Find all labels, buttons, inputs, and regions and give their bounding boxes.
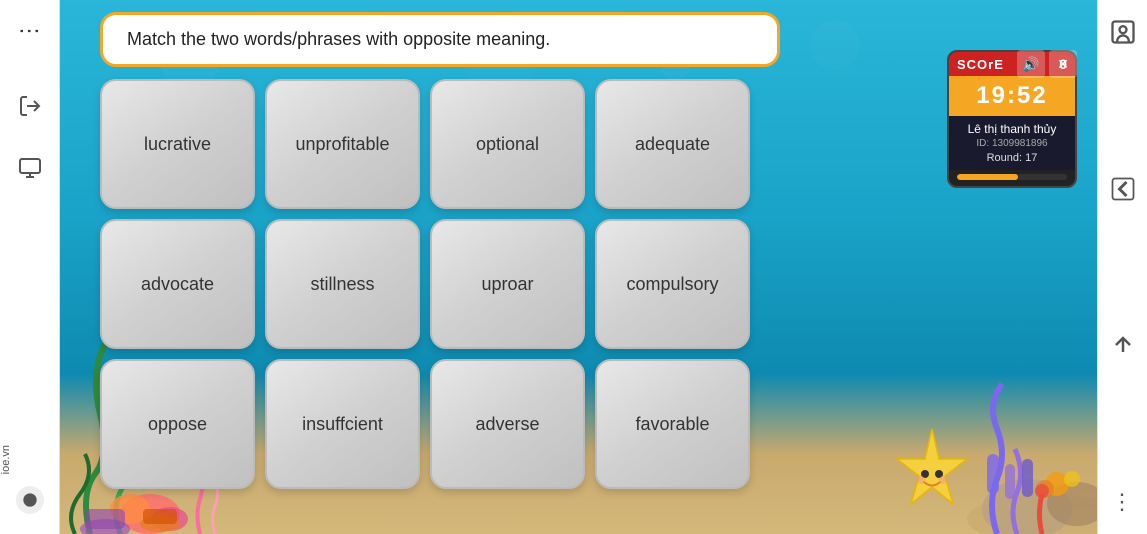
screen-icon[interactable] <box>12 150 48 186</box>
progress-bar <box>957 174 1067 180</box>
close-panel-button[interactable]: ✕ <box>1049 50 1077 78</box>
menu-dots-icon[interactable]: ⋮ <box>12 14 48 50</box>
round-label: Round: <box>987 152 1022 164</box>
word-card-insuffcient[interactable]: insuffcient <box>265 359 420 489</box>
word-card-lucrative[interactable]: lucrative <box>100 79 255 209</box>
left-sidebar: ⋮ ioe.vn <box>0 0 60 534</box>
instruction-text: Match the two words/phrases with opposit… <box>127 29 550 49</box>
more-vertical-icon[interactable]: ⋮ <box>1105 484 1141 520</box>
brand-label: ioe.vn <box>0 445 60 474</box>
round-info: Round: 17 <box>957 152 1067 164</box>
instruction-box: Match the two words/phrases with opposit… <box>100 12 780 67</box>
right-sidebar: ⋮ <box>1097 0 1147 534</box>
player-name: Lê thị thanh thủy <box>957 122 1067 136</box>
word-card-optional[interactable]: optional <box>430 79 585 209</box>
player-id: ID: 1309981896 <box>957 138 1067 149</box>
content-area: Match the two words/phrases with opposit… <box>60 0 1097 534</box>
progress-fill <box>957 174 1018 180</box>
sound-button[interactable]: 🔊 <box>1017 50 1045 78</box>
word-card-unprofitable[interactable]: unprofitable <box>265 79 420 209</box>
word-card-stillness[interactable]: stillness <box>265 219 420 349</box>
player-info-section: Lê thị thanh thủy ID: 1309981896 Round: … <box>949 116 1075 170</box>
settings-circle-icon[interactable] <box>16 486 44 514</box>
logout-icon[interactable] <box>12 88 48 124</box>
word-card-uproar[interactable]: uproar <box>430 219 585 349</box>
word-card-adequate[interactable]: adequate <box>595 79 750 209</box>
main-content: Match the two words/phrases with opposit… <box>60 0 1097 534</box>
back-arrow-icon[interactable] <box>1105 171 1141 207</box>
up-arrow-icon[interactable] <box>1105 327 1141 363</box>
word-card-favorable[interactable]: favorable <box>595 359 750 489</box>
round-value: 17 <box>1025 152 1037 164</box>
timer-display: 19:52 <box>949 76 1075 116</box>
word-cards-grid: lucrativeunprofitableoptionaladequate adv… <box>100 79 1077 489</box>
profile-icon[interactable] <box>1105 14 1141 50</box>
word-card-adverse[interactable]: adverse <box>430 359 585 489</box>
word-card-compulsory[interactable]: compulsory <box>595 219 750 349</box>
score-label: SCOrE <box>957 57 1004 72</box>
word-card-advocate[interactable]: advocate <box>100 219 255 349</box>
word-card-oppose[interactable]: oppose <box>100 359 255 489</box>
